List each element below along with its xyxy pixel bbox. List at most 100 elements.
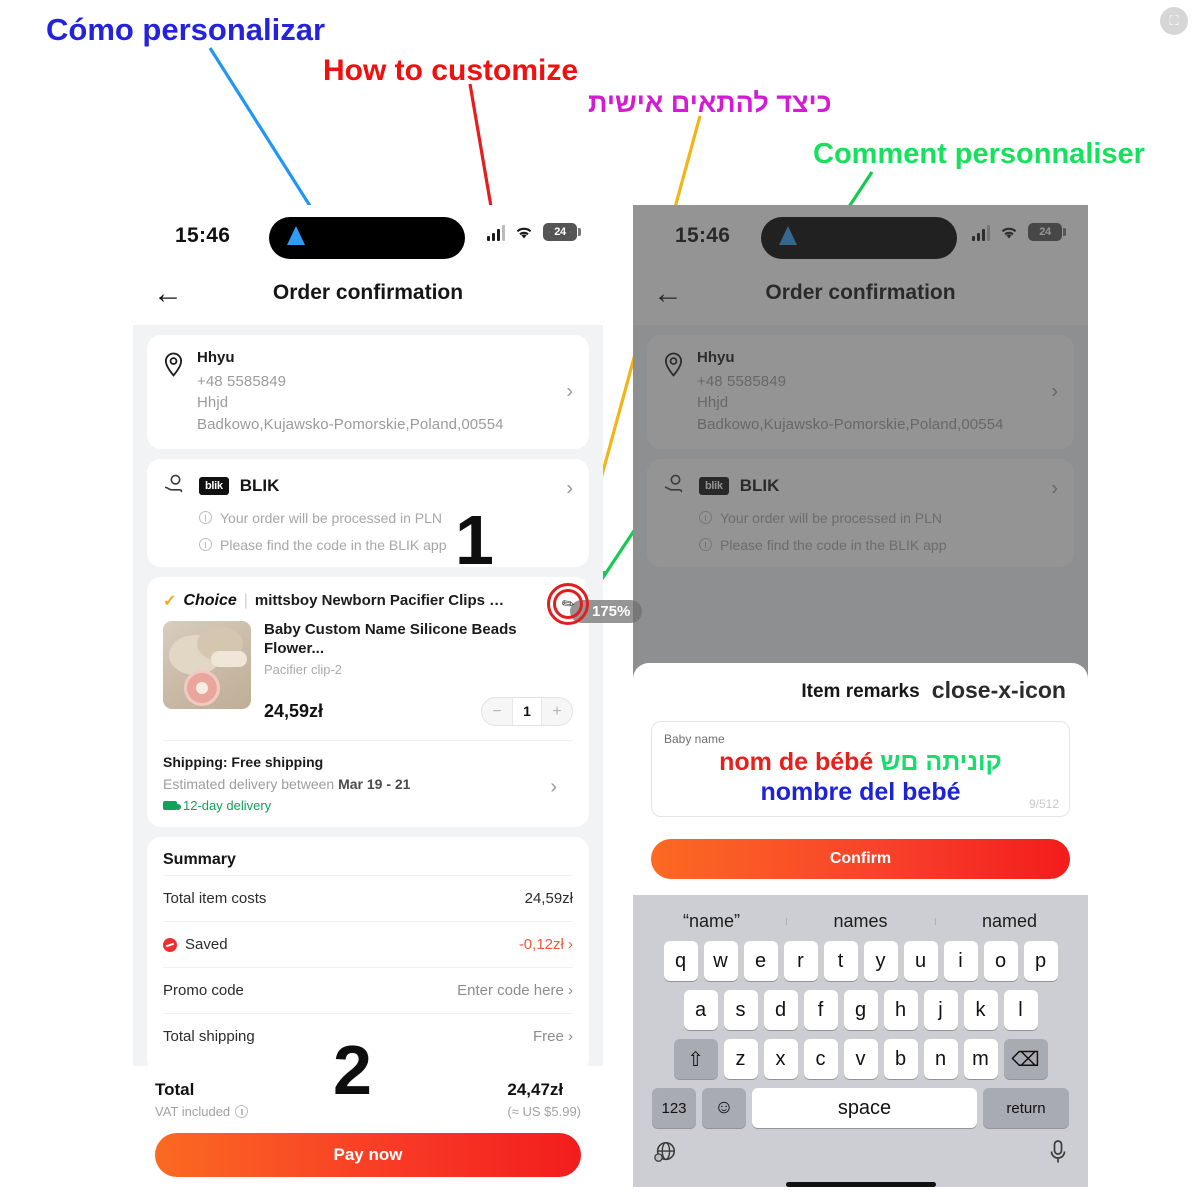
key-x[interactable]: x: [763, 1039, 798, 1079]
key-h[interactable]: h: [883, 990, 918, 1030]
payment-note-1-text: Your order will be processed in PLN: [220, 509, 443, 526]
return-key[interactable]: return: [983, 1088, 1069, 1128]
fast-delivery-note: 12-day delivery: [163, 798, 573, 813]
product-card: ✓ Choice | mittsboy Newborn Pacifier Cli…: [147, 576, 589, 828]
status-icons: 24: [487, 223, 581, 241]
quantity-stepper[interactable]: − 1 +: [481, 697, 573, 727]
keyboard-row-4: 123 ☺ space return: [637, 1088, 1084, 1128]
qty-decrease-button[interactable]: −: [482, 698, 512, 725]
microphone-icon[interactable]: [1048, 1139, 1068, 1170]
close-x-icon[interactable]: close-x-icon: [932, 679, 1066, 702]
onscreen-keyboard: “name” names named q w e r t y u i o p a…: [633, 895, 1088, 1187]
status-bar: 15:46 24: [133, 205, 603, 267]
key-r[interactable]: r: [783, 941, 818, 981]
store-name: mittsboy Newborn Pacifier Clips Official…: [254, 592, 510, 610]
numbers-key[interactable]: 123: [652, 1088, 696, 1128]
product-title: Baby Custom Name Silicone Beads Flower..…: [264, 620, 517, 657]
summary-value[interactable]: Free ›: [533, 1028, 573, 1045]
key-p[interactable]: p: [1023, 941, 1058, 981]
product-thumbnail: [163, 620, 251, 709]
step-number-2: 2: [333, 1031, 372, 1109]
key-s[interactable]: s: [723, 990, 758, 1030]
payment-note-1: Your order will be processed in PLN: [199, 510, 573, 526]
info-circle-icon[interactable]: [235, 1105, 249, 1118]
chevron-right-icon[interactable]: ›: [566, 477, 573, 500]
key-l[interactable]: l: [1003, 990, 1038, 1030]
emoji-smiley-icon[interactable]: ☺: [702, 1088, 746, 1128]
suggestion-1[interactable]: names: [786, 911, 935, 932]
summary-label: Total item costs: [163, 890, 267, 908]
key-q[interactable]: q: [663, 941, 698, 981]
info-circle-icon: [199, 538, 212, 552]
summary-value[interactable]: -0,12zł ›: [519, 936, 573, 953]
address-line2: Badkowo,Kujawsko-Pomorskie,Poland,00554: [197, 415, 504, 433]
sheet-title: Item remarks: [801, 681, 920, 702]
key-i[interactable]: i: [943, 941, 978, 981]
autocomplete-bar: “name” names named: [637, 901, 1084, 941]
key-z[interactable]: z: [723, 1039, 758, 1079]
store-header[interactable]: ✓ Choice | mittsboy Newborn Pacifier Cli…: [163, 591, 573, 621]
key-e[interactable]: e: [743, 941, 778, 981]
shipping-estimate: Estimated delivery between Mar 19 - 21: [163, 776, 573, 792]
shipping-block[interactable]: Shipping: Free shipping Estimated delive…: [163, 740, 573, 813]
table-row: Total item costs 24,59zł: [163, 875, 573, 921]
table-row[interactable]: Saved -0,12zł ›: [163, 921, 573, 967]
info-circle-icon: [199, 511, 212, 525]
suggestion-2[interactable]: named: [935, 911, 1084, 932]
remarks-value: nom de bébé קוניתה םש nombre del bebé: [664, 748, 1057, 807]
shift-arrow-icon[interactable]: ⇧: [673, 1039, 718, 1079]
key-y[interactable]: y: [863, 941, 898, 981]
suggestion-0[interactable]: “name”: [637, 911, 786, 932]
payment-card[interactable]: blik BLIK Your order will be processed i…: [147, 458, 589, 567]
summary-label: Saved: [163, 936, 228, 953]
key-t[interactable]: t: [823, 941, 858, 981]
order-content: Hhyu +48 5585849 Hhjd Badkowo,Kujawsko-P…: [133, 325, 603, 1074]
summary-label: Promo code: [163, 982, 244, 1000]
payment-note-2: Please find the code in the BLIK app: [199, 537, 573, 553]
key-b[interactable]: b: [883, 1039, 918, 1079]
key-k[interactable]: k: [963, 990, 998, 1030]
key-n[interactable]: n: [923, 1039, 958, 1079]
estimate-prefix: Estimated delivery between: [163, 776, 339, 793]
globe-language-icon[interactable]: [653, 1140, 677, 1169]
table-row[interactable]: Promo code Enter code here ›: [163, 967, 573, 1013]
remarks-field-label: Baby name: [664, 732, 725, 746]
key-o[interactable]: o: [983, 941, 1018, 981]
page-title: Order confirmation: [272, 281, 464, 304]
key-c[interactable]: c: [803, 1039, 838, 1079]
pay-now-button[interactable]: Pay now: [155, 1133, 581, 1177]
chevron-right-icon[interactable]: ›: [566, 380, 573, 403]
vat-note: VAT included: [155, 1104, 249, 1119]
key-j[interactable]: j: [923, 990, 958, 1030]
total-label: Total: [155, 1080, 195, 1099]
back-arrow-icon[interactable]: ←: [153, 279, 183, 309]
product-row[interactable]: Baby Custom Name Silicone Beads Flower..…: [163, 620, 573, 727]
remarks-input[interactable]: Baby name nom de bébé קוניתה םש nombre d…: [651, 721, 1070, 817]
qty-value[interactable]: 1: [512, 698, 542, 726]
address-phone: +48 5585849: [197, 373, 287, 390]
key-a[interactable]: a: [683, 990, 718, 1030]
key-g[interactable]: g: [843, 990, 878, 1030]
key-f[interactable]: f: [803, 990, 838, 1030]
key-d[interactable]: d: [763, 990, 798, 1030]
qty-increase-button[interactable]: +: [542, 698, 572, 725]
location-pin-icon: [163, 352, 185, 435]
character-counter: 9/512: [1028, 797, 1059, 811]
space-key[interactable]: space: [752, 1088, 977, 1128]
address-card[interactable]: Hhyu +48 5585849 Hhjd Badkowo,Kujawsko-P…: [147, 335, 589, 449]
confirm-button[interactable]: Confirm: [651, 839, 1070, 879]
step-number-1: 1: [455, 501, 494, 579]
key-w[interactable]: w: [703, 941, 738, 981]
chevron-right-icon[interactable]: ›: [550, 776, 557, 799]
estimate-dates: Mar 19 - 21: [338, 776, 411, 793]
pencil-edit-icon[interactable]: ✎: [547, 583, 589, 625]
summary-value[interactable]: Enter code here ›: [457, 982, 573, 999]
annotation-hebrew: כיצד להתאים אישית: [588, 88, 832, 118]
item-remarks-sheet: Item remarks close-x-icon Baby name nom …: [633, 663, 1088, 1195]
delivery-truck-icon: [163, 801, 181, 811]
key-m[interactable]: m: [963, 1039, 998, 1079]
key-v[interactable]: v: [843, 1039, 878, 1079]
backspace-icon[interactable]: ⌫: [1003, 1039, 1048, 1079]
keyboard-row-2: a s d f g h j k l: [637, 990, 1084, 1030]
key-u[interactable]: u: [903, 941, 938, 981]
